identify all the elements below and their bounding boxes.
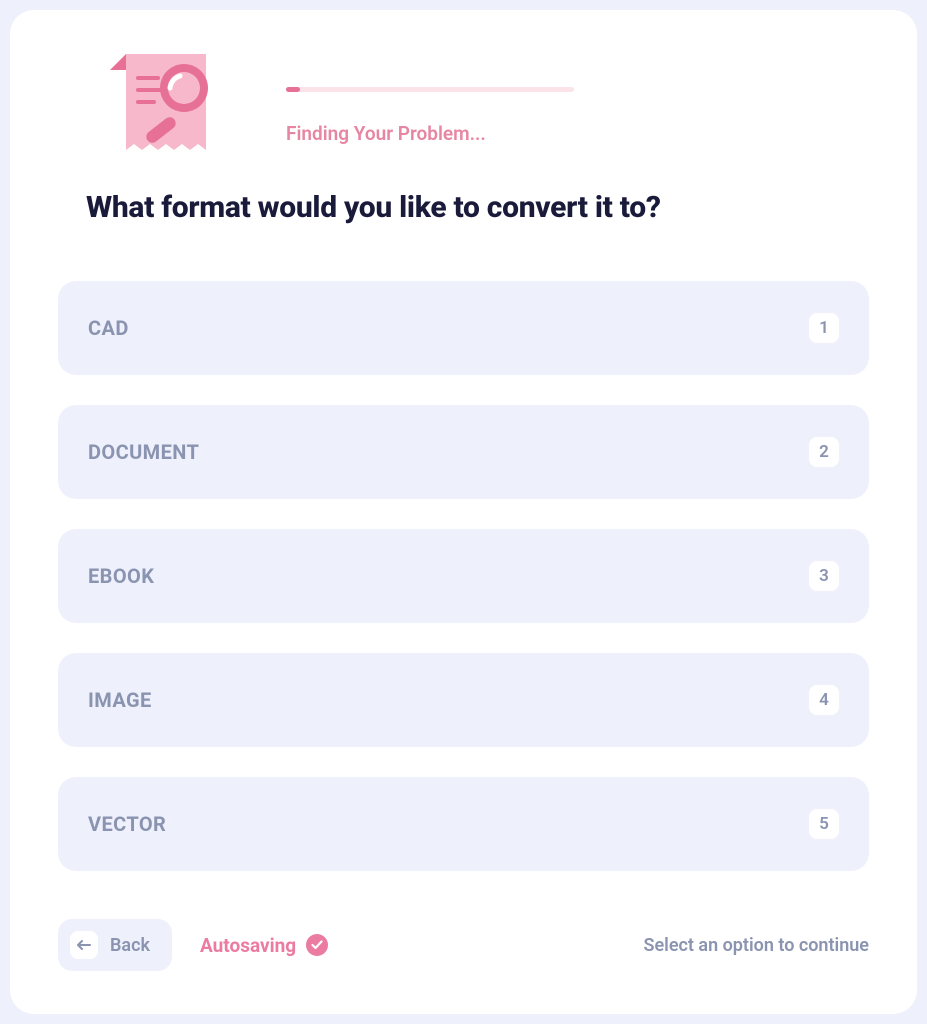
header-row: Finding Your Problem... — [58, 46, 869, 166]
wizard-card: Finding Your Problem... What format woul… — [10, 10, 917, 1014]
option-key: 5 — [809, 809, 839, 839]
option-key: 2 — [809, 437, 839, 467]
progress-track — [286, 87, 574, 92]
progress-label: Finding Your Problem... — [286, 122, 586, 145]
checkmark-icon — [306, 934, 328, 956]
back-button[interactable]: Back — [58, 919, 172, 971]
question-heading: What format would you like to convert it… — [86, 190, 869, 225]
progress-area: Finding Your Problem... — [286, 67, 586, 145]
option-label: IMAGE — [88, 688, 152, 712]
option-key: 3 — [809, 561, 839, 591]
progress-fill — [286, 87, 300, 92]
option-label: DOCUMENT — [88, 440, 199, 464]
arrow-left-icon — [70, 931, 98, 959]
option-ebook[interactable]: EBOOK 3 — [58, 529, 869, 623]
option-label: VECTOR — [88, 812, 166, 836]
autosave-label: Autosaving — [200, 934, 296, 957]
option-label: EBOOK — [88, 564, 154, 588]
option-image[interactable]: IMAGE 4 — [58, 653, 869, 747]
footer-row: Back Autosaving Select an option to cont… — [58, 919, 869, 971]
document-magnifier-illustration — [106, 46, 226, 166]
option-key: 4 — [809, 685, 839, 715]
option-label: CAD — [88, 316, 129, 340]
autosave-status: Autosaving — [200, 934, 328, 957]
options-list: CAD 1 DOCUMENT 2 EBOOK 3 IMAGE 4 VECTOR … — [58, 281, 869, 871]
continue-hint: Select an option to continue — [643, 935, 869, 956]
back-label: Back — [110, 935, 150, 956]
option-document[interactable]: DOCUMENT 2 — [58, 405, 869, 499]
option-vector[interactable]: VECTOR 5 — [58, 777, 869, 871]
option-cad[interactable]: CAD 1 — [58, 281, 869, 375]
option-key: 1 — [809, 313, 839, 343]
